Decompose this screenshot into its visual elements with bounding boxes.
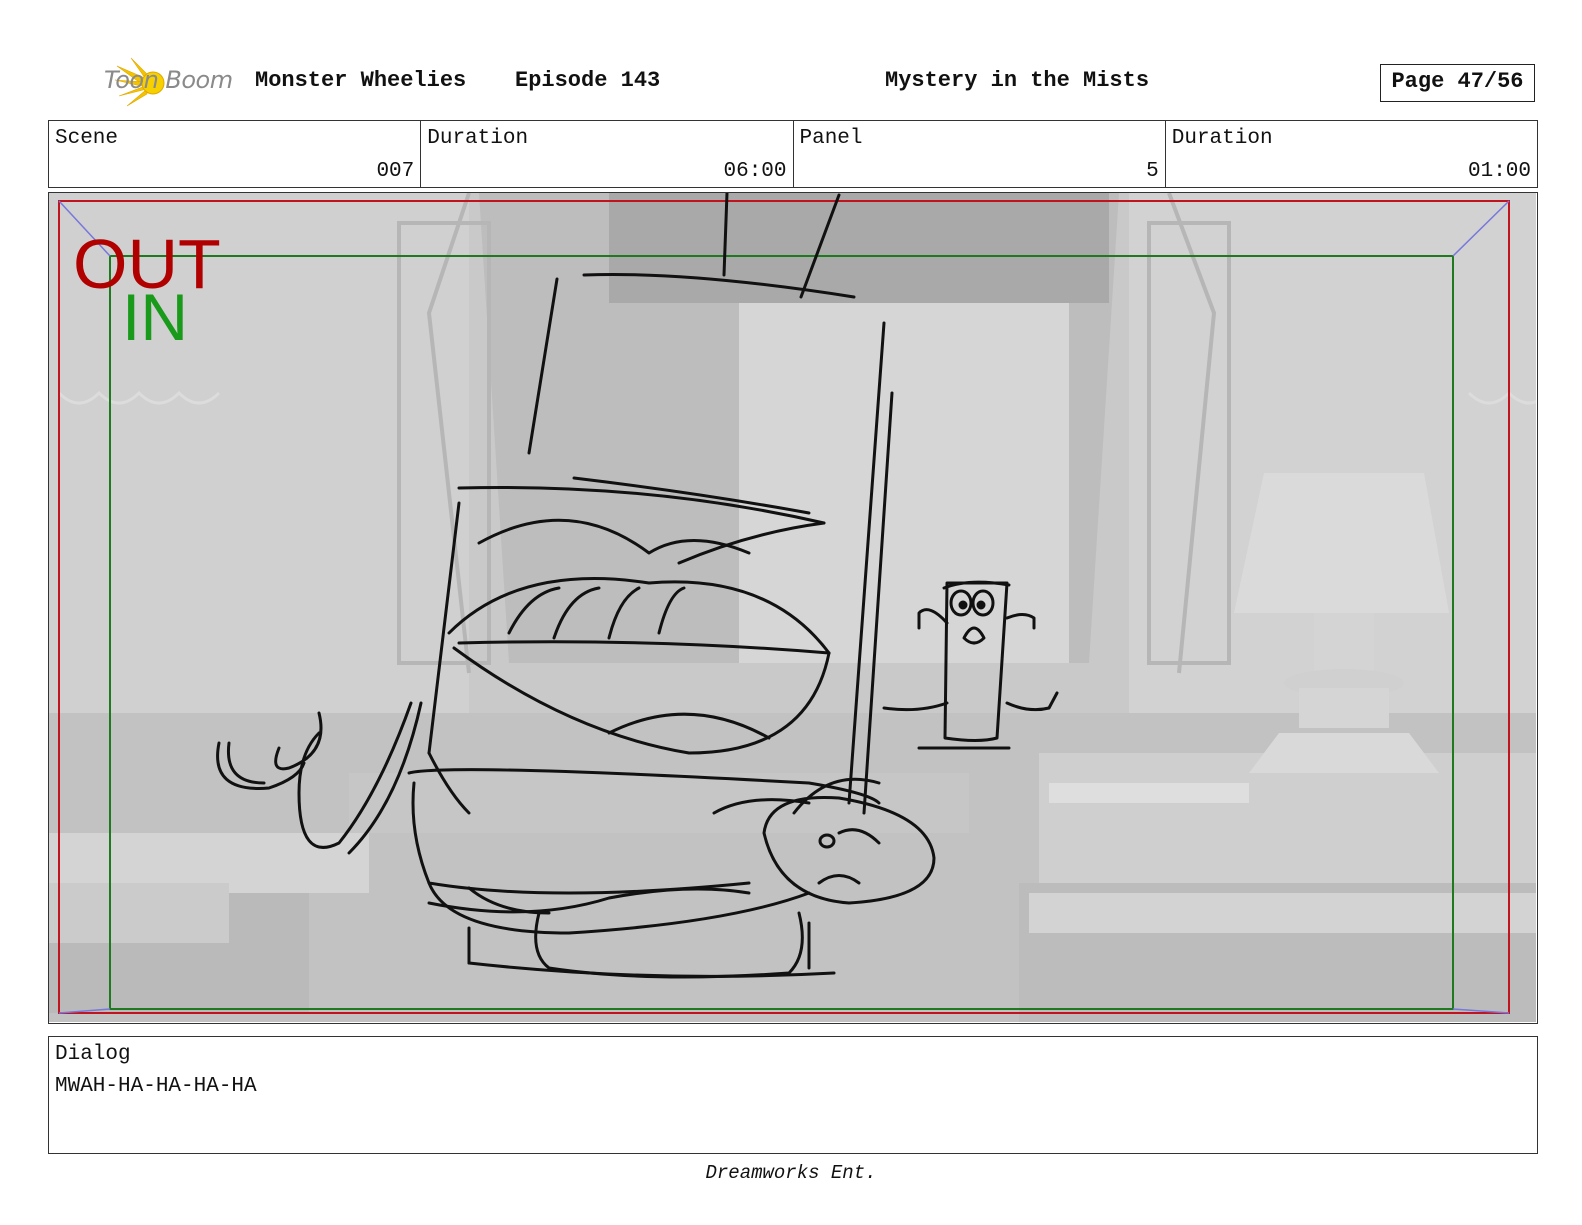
dialog-box: Dialog MWAH-HA-HA-HA-HA (48, 1036, 1538, 1154)
scene-cell: Scene 007 (49, 121, 422, 187)
panel-label: Panel (799, 127, 863, 150)
scene-info-row: Scene 007 Duration 06:00 Panel 5 Duratio… (48, 120, 1538, 188)
storyboard-panel: OUT IN (48, 192, 1538, 1024)
logo-text: Toon Boom (104, 66, 233, 94)
panel-cell: Panel 5 (794, 121, 1166, 187)
in-label: IN (122, 280, 188, 354)
show-title: Monster Wheelies (255, 68, 467, 93)
scene-value: 007 (376, 160, 415, 183)
scene-label: Scene (55, 127, 119, 150)
page-indicator: Page 47/56 (1380, 64, 1535, 102)
dialog-label: Dialog (55, 1043, 131, 1066)
panel-duration-value: 01:00 (1467, 160, 1531, 183)
dialog-text: MWAH-HA-HA-HA-HA (55, 1075, 257, 1098)
scene-duration-cell: Duration 06:00 (421, 121, 794, 187)
panel-value: 5 (1146, 160, 1159, 183)
panel-drawing: OUT IN (49, 193, 1536, 1022)
scene-duration-label: Duration (427, 127, 529, 150)
panel-duration-label: Duration (1171, 127, 1273, 150)
scene-duration-value: 06:00 (723, 160, 787, 183)
episode-number: Episode 143 (515, 68, 661, 93)
footer-credit: Dreamworks Ent. (705, 1162, 877, 1184)
panel-duration-cell: Duration 01:00 (1166, 121, 1537, 187)
episode-title: Mystery in the Mists (885, 68, 1150, 93)
